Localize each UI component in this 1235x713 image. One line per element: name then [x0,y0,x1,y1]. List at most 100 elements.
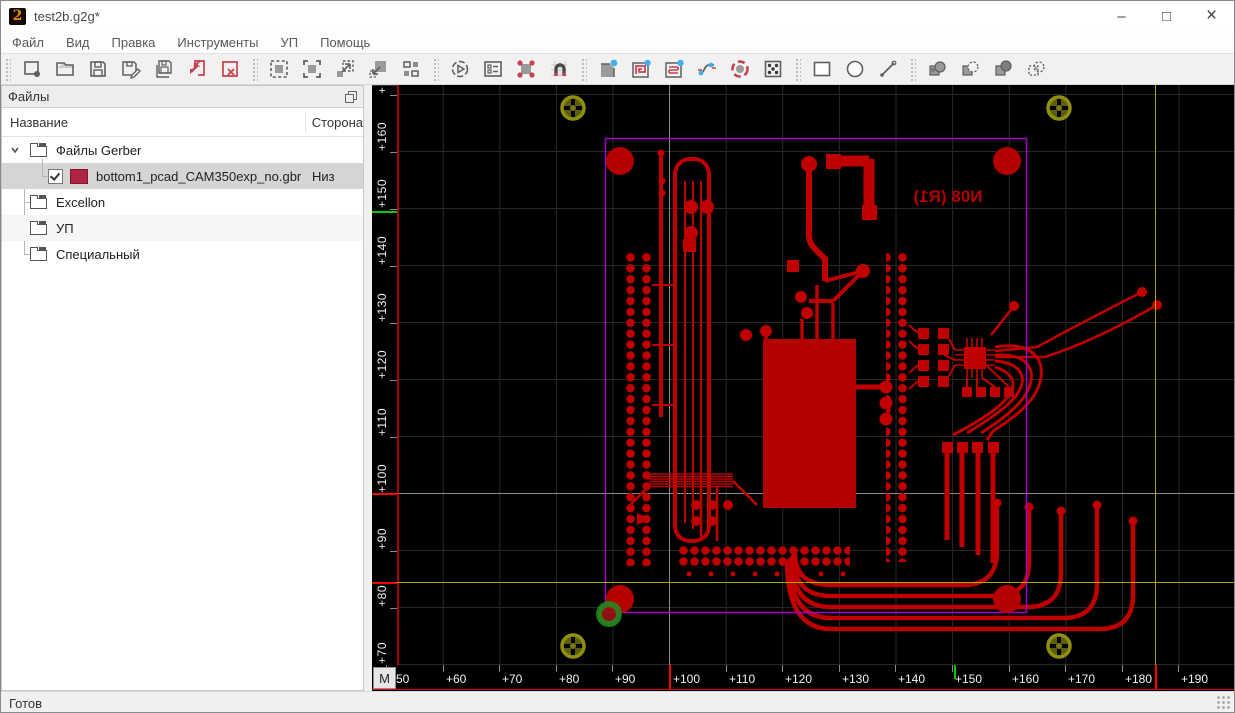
hruler-label: +100 [673,672,701,686]
tree-row-excellon-folder[interactable]: Excellon [2,189,363,215]
toolbar-drag-handle[interactable] [794,57,801,81]
hruler-label: +80 [559,672,580,686]
pour-lines-icon[interactable] [662,57,686,81]
menu-up[interactable]: УП [269,33,309,52]
tile-windows-icon[interactable] [399,57,423,81]
zoom-extents-icon[interactable] [333,57,357,81]
toolbar-drag-handle[interactable] [4,57,11,81]
main-area: Файлы Название Сторона Файлы Gerber bott… [1,85,1235,691]
ruler-mark-green [954,665,956,679]
menu-tools[interactable]: Инструменты [166,33,269,52]
menu-help[interactable]: Помощь [309,33,381,52]
window-title: test2b.g2g* [34,8,100,24]
zoom-window-icon[interactable] [300,57,324,81]
save-as-icon[interactable] [119,57,143,81]
board-frame-icon[interactable] [514,57,538,81]
vruler-label: +160 [375,121,389,151]
vruler-label: +90 [375,528,389,550]
bool-union-icon[interactable] [925,57,949,81]
properties-icon[interactable] [481,57,505,81]
zoom-selection-icon[interactable] [366,57,390,81]
thermal-icon[interactable] [728,57,752,81]
open-file-icon[interactable] [53,57,77,81]
ruler-mark-red [669,665,671,689]
rectangle-tool-icon[interactable] [810,57,834,81]
units-m-button[interactable]: M [373,667,396,689]
tree-label[interactable]: Специальный [56,247,140,262]
toolbar-drag-handle[interactable] [580,57,587,81]
vertical-ruler[interactable]: +170 +160 +150 +140 +130 +120 +110 +100 … [372,85,397,665]
hruler-label: +110 [729,672,756,686]
title-bar: 2 test2b.g2g* – □ × [1,1,1234,31]
pour-spiral-icon[interactable] [629,57,653,81]
hruler-label: +160 [1012,672,1040,686]
canvas-area: +170 +160 +150 +140 +130 +120 +110 +100 … [372,85,1235,691]
close-button[interactable]: × [1189,1,1234,31]
layer-color-swatch[interactable] [70,168,88,184]
new-file-icon[interactable] [20,57,44,81]
tree-row-up-folder[interactable]: УП [2,215,363,241]
save-all-icon[interactable] [152,57,176,81]
import-red-icon[interactable] [185,57,209,81]
column-side[interactable]: Сторона [304,112,363,132]
files-tree: Файлы Gerber bottom1_pcad_CAM350exp_no.g… [2,137,363,267]
folder-icon [30,221,48,235]
layer-visibility-checkbox[interactable] [48,168,63,184]
pcb-canvas[interactable]: N08 (R1) [397,85,1235,665]
vruler-label: +140 [375,235,389,265]
toolbar-drag-handle[interactable] [432,57,439,81]
files-panel: Файлы Название Сторона Файлы Gerber bott… [1,85,364,691]
ruler-mark-green [372,211,397,213]
tree-column-header: Название Сторона [2,108,363,137]
vruler-label: +70 [375,642,389,664]
hruler-label: +140 [898,672,926,686]
files-panel-header[interactable]: Файлы [2,86,363,108]
hruler-label: +130 [842,672,870,686]
pour-solid-icon[interactable] [596,57,620,81]
run-icon[interactable] [448,57,472,81]
toolbar-drag-handle[interactable] [251,57,258,81]
line-tool-icon[interactable] [876,57,900,81]
bool-xor-icon[interactable] [1024,57,1048,81]
tree-label[interactable]: Файлы Gerber [56,143,141,158]
hruler-label: +120 [785,672,813,686]
hruler-label: +180 [1125,672,1153,686]
tree-label[interactable]: bottom1_pcad_CAM350exp_no.gbr [96,169,301,184]
hruler-label: +70 [502,672,523,686]
ruler-mark-red [372,582,397,584]
folder-icon [30,143,48,157]
minimize-button[interactable]: – [1099,1,1144,31]
close-file-red-icon[interactable] [218,57,242,81]
menu-edit[interactable]: Правка [101,33,167,52]
float-panel-icon[interactable] [345,90,357,103]
resize-grip-icon[interactable] [1217,696,1231,710]
bool-subtract-icon[interactable] [958,57,982,81]
column-name[interactable]: Название [2,115,305,130]
maximize-button[interactable]: □ [1144,1,1189,31]
tree-row-special-folder[interactable]: Специальный [2,241,363,267]
snap-magnet-icon[interactable] [547,57,571,81]
files-panel-title: Файлы [8,89,50,104]
teardrop-icon[interactable] [695,57,719,81]
zoom-fit-icon[interactable] [267,57,291,81]
tree-row-gerber-file[interactable]: bottom1_pcad_CAM350exp_no.gbr Низ [2,159,363,189]
hruler-label: +90 [615,672,636,686]
tree-label[interactable]: УП [56,221,74,236]
horizontal-ruler[interactable]: +50 +60 +70 +80 +90 +100 +110 +120 +130 … [372,665,1234,690]
bool-intersect-icon[interactable] [991,57,1015,81]
layer-side-value: Низ [312,168,335,184]
hruler-label: +60 [446,672,467,686]
menu-bar: Файл Вид Правка Инструменты УП Помощь [1,31,1234,53]
tree-row-gerber-folder[interactable]: Файлы Gerber [2,137,363,163]
datum-target [596,601,622,627]
status-text: Готов [9,695,43,711]
menu-view[interactable]: Вид [55,33,101,52]
ruler-mark-red [372,493,397,495]
tree-label[interactable]: Excellon [56,195,105,210]
circle-tool-icon[interactable] [843,57,867,81]
save-icon[interactable] [86,57,110,81]
menu-file[interactable]: Файл [1,33,55,52]
pattern-dots-icon[interactable] [761,57,785,81]
toolbar-drag-handle[interactable] [909,57,916,81]
chevron-down-icon[interactable] [10,145,20,155]
